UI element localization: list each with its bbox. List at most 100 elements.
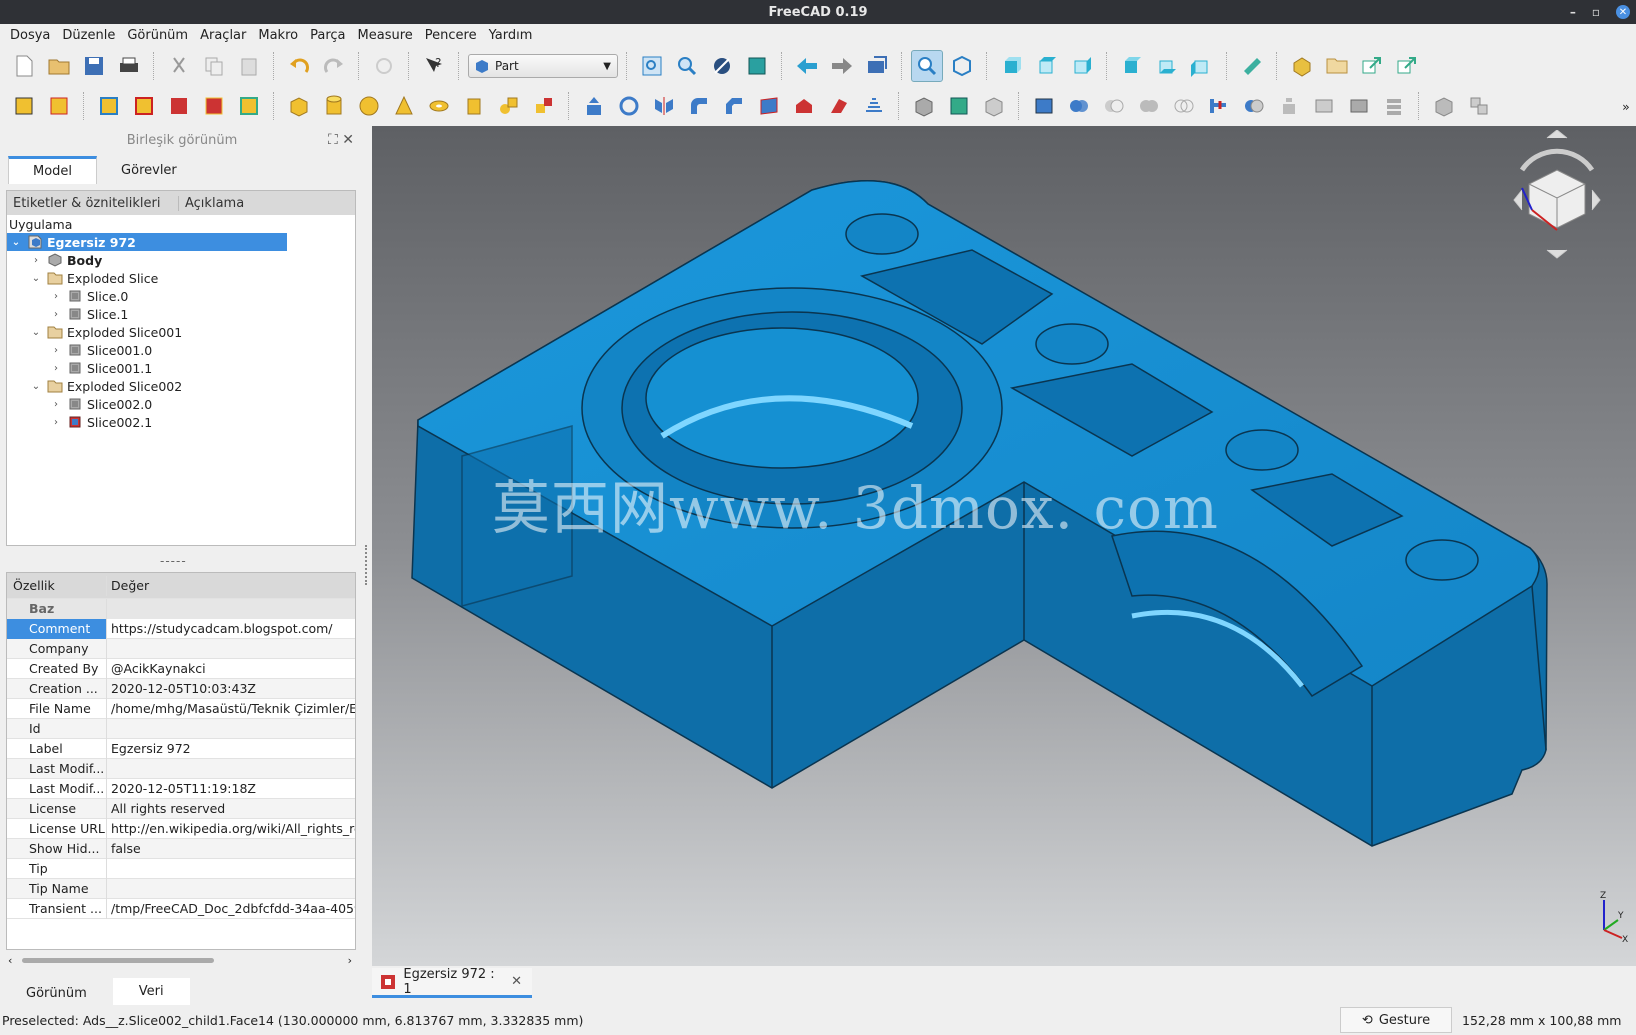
tab-gorunum[interactable]: Görünüm — [0, 978, 113, 1008]
tab-model[interactable]: Model — [8, 156, 98, 184]
cylinder-icon[interactable] — [318, 90, 350, 122]
property-row[interactable]: Show Hid... false — [7, 838, 355, 859]
property-row[interactable]: Tip Name — [7, 878, 355, 899]
new-file-icon[interactable] — [8, 50, 40, 82]
shape-builder-icon[interactable] — [528, 90, 560, 122]
tab-veri[interactable]: Veri — [112, 978, 190, 1008]
property-row[interactable]: License All rights reserved — [7, 798, 355, 819]
mirror-sketch-icon[interactable] — [198, 90, 230, 122]
macro-icon[interactable] — [861, 50, 893, 82]
copy-icon[interactable] — [198, 50, 230, 82]
refresh-icon[interactable] — [368, 50, 400, 82]
close-icon[interactable]: ✕ — [1616, 5, 1630, 19]
group-folder-icon[interactable] — [1321, 50, 1353, 82]
expand-down-icon[interactable]: ⌄ — [9, 237, 23, 248]
tree-item[interactable]: › Slice.1 — [7, 305, 355, 323]
fit-all-icon[interactable] — [636, 50, 668, 82]
offset-icon[interactable] — [978, 90, 1010, 122]
property-value[interactable]: https://studycadcam.blogspot.com/ — [107, 621, 355, 636]
container-icon[interactable] — [1463, 90, 1495, 122]
expand-right-icon[interactable]: › — [49, 399, 63, 410]
expand-down-icon[interactable]: ⌄ — [29, 327, 43, 338]
property-row[interactable]: Last Modif... 2020-12-05T11:19:18Z — [7, 778, 355, 799]
section-sketch-icon[interactable] — [233, 90, 265, 122]
front-view-icon[interactable] — [996, 50, 1028, 82]
menu-duzenle[interactable]: Düzenle — [56, 28, 121, 43]
expand-right-icon[interactable]: › — [49, 363, 63, 374]
merge-sketch-icon[interactable] — [163, 90, 195, 122]
back-arrow-icon[interactable] — [791, 50, 823, 82]
close-panel-icon[interactable]: ⛶ ✕ — [328, 132, 354, 148]
forward-arrow-icon[interactable] — [826, 50, 858, 82]
redo-icon[interactable] — [318, 50, 350, 82]
property-row[interactable]: Last Modif... — [7, 758, 355, 779]
expand-right-icon[interactable]: › — [49, 309, 63, 320]
measure-ruler-icon[interactable] — [1236, 50, 1268, 82]
compound-icon[interactable] — [1273, 90, 1305, 122]
section-icon[interactable] — [908, 90, 940, 122]
tree-header-description[interactable]: Açıklama — [179, 196, 244, 211]
property-row[interactable]: Created By @AcikKaynakci — [7, 658, 355, 679]
property-row[interactable]: Comment https://studycadcam.blogspot.com/ — [7, 618, 355, 639]
boolean-icon[interactable] — [1063, 90, 1095, 122]
tree-item[interactable]: ⌄ Exploded Slice001 — [7, 323, 355, 341]
property-value[interactable]: /home/mhg/Masaüstü/Teknik Çizimler/Eg — [107, 701, 355, 716]
tree-item[interactable]: › Body — [7, 251, 355, 269]
cube-icon[interactable] — [283, 90, 315, 122]
ruled-surface-icon[interactable] — [788, 90, 820, 122]
explode-icon[interactable] — [1378, 90, 1410, 122]
property-value[interactable]: All rights reserved — [107, 801, 355, 816]
overflow-chevron-icon[interactable]: » — [1616, 90, 1636, 122]
tree-item[interactable]: › Slice001.0 — [7, 341, 355, 359]
draw-style-icon[interactable] — [706, 50, 738, 82]
tree-item[interactable]: ⌄ Exploded Slice002 — [7, 377, 355, 395]
property-row[interactable]: Creation ... 2020-12-05T10:03:43Z — [7, 678, 355, 699]
expand-right-icon[interactable]: › — [29, 255, 43, 266]
save-icon[interactable] — [78, 50, 110, 82]
torus-icon[interactable] — [423, 90, 455, 122]
scroll-right-icon[interactable]: › — [348, 954, 352, 967]
property-value[interactable]: @AcikKaynakci — [107, 661, 355, 676]
tree-item[interactable]: ⌄ Egzersiz 972 — [7, 233, 287, 251]
undo-icon[interactable] — [283, 50, 315, 82]
workbench-selector[interactable]: Part ▼ — [468, 54, 618, 78]
menu-gorunum[interactable]: Görünüm — [121, 28, 194, 43]
tab-gorevler[interactable]: Görevler — [97, 156, 201, 184]
3d-view[interactable]: 莫西网www. 3dmox. com Z Y X — [372, 126, 1636, 966]
isometric-view-icon[interactable] — [946, 50, 978, 82]
cut-boolean-icon[interactable] — [1098, 90, 1130, 122]
property-row[interactable]: File Name/home/mhg/Masaüstü/Teknik Çizim… — [7, 698, 355, 719]
sweep-icon[interactable] — [858, 90, 890, 122]
fuse-icon[interactable] — [1133, 90, 1165, 122]
make-face-icon[interactable] — [753, 90, 785, 122]
splitter-handle[interactable]: ----- — [160, 554, 187, 568]
loft-icon[interactable] — [823, 90, 855, 122]
tree-item[interactable]: › Slice001.1 — [7, 359, 355, 377]
fillet-icon[interactable] — [683, 90, 715, 122]
cut-icon[interactable] — [163, 50, 195, 82]
rear-view-icon[interactable] — [1116, 50, 1148, 82]
menu-parca[interactable]: Parça — [304, 28, 351, 43]
minimize-icon[interactable]: – — [1570, 5, 1576, 19]
menu-makro[interactable]: Makro — [252, 28, 304, 43]
cone-icon[interactable] — [388, 90, 420, 122]
menu-yardim[interactable]: Yardım — [483, 28, 539, 43]
check-geometry-icon[interactable] — [1308, 90, 1340, 122]
whats-this-icon[interactable]: ? — [418, 50, 450, 82]
document-tab[interactable]: Egzersiz 972 : 1 ✕ — [372, 967, 532, 998]
sphere-icon[interactable] — [353, 90, 385, 122]
property-row[interactable]: License URL http://en.wikipedia.org/wiki/… — [7, 818, 355, 839]
mirror-icon[interactable] — [648, 90, 680, 122]
menu-measure[interactable]: Measure — [352, 28, 419, 43]
expand-right-icon[interactable]: › — [49, 291, 63, 302]
tree-item[interactable]: › Slice002.1 — [7, 413, 355, 431]
link-actions-icon[interactable] — [1391, 50, 1423, 82]
part-create-icon[interactable] — [1286, 50, 1318, 82]
top-view-icon[interactable] — [1031, 50, 1063, 82]
link-icon[interactable] — [1356, 50, 1388, 82]
right-view-icon[interactable] — [1066, 50, 1098, 82]
expand-right-icon[interactable]: › — [49, 417, 63, 428]
open-folder-icon[interactable] — [43, 50, 75, 82]
tree-header-labels[interactable]: Etiketler & öznitelikleri — [7, 195, 179, 211]
thickness-icon[interactable] — [1028, 90, 1060, 122]
